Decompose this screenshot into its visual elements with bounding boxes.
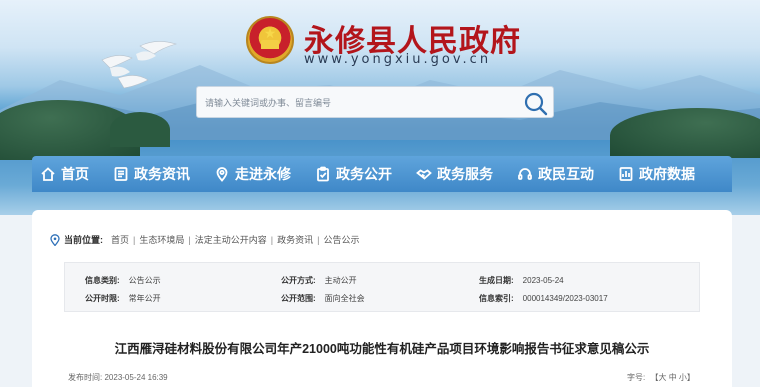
national-emblem-logo: ★: [246, 16, 294, 64]
publish-time: 发布时间: 2023-05-24 16:39: [68, 373, 168, 382]
nav-item-label: 政民互动: [538, 166, 594, 182]
font-size-label: 字号:: [627, 373, 646, 382]
location-icon: [216, 167, 228, 182]
search-input[interactable]: [205, 94, 505, 112]
info-public-method: 公开方式: 主动公开: [281, 276, 357, 285]
info-category: 信息类别: 公告公示: [85, 276, 161, 285]
header-banner: ★ 永修县人民政府 www.yongxiu.gov.cn 首页 政务资讯 走进永…: [0, 0, 760, 215]
nav-item-data[interactable]: 政府数据: [618, 156, 695, 192]
nav-item-label: 政务资讯: [134, 166, 190, 182]
nav-item-interaction[interactable]: 政民互动: [517, 156, 594, 192]
search-box: [196, 86, 554, 118]
handshake-icon: [416, 169, 432, 180]
article-title: 江西雁浔硅材料股份有限公司年产21000吨功能性有机硅产品项目环境影响报告书征求…: [114, 342, 650, 356]
nav-item-services[interactable]: 政务服务: [416, 156, 493, 192]
nav-item-label: 首页: [61, 166, 89, 182]
info-panel: 信息类别: 公告公示 公开方式: 主动公开 生成日期: 2023-05-24 公开时限…: [64, 262, 700, 312]
nav-item-label: 政务服务: [437, 166, 493, 182]
home-icon: [41, 167, 55, 181]
breadcrumb-link-eco-bureau[interactable]: 生态环境局: [139, 233, 184, 246]
breadcrumb-link-home[interactable]: 首页: [111, 233, 129, 246]
breadcrumb-link-statutory[interactable]: 法定主动公开内容: [195, 233, 267, 246]
nav-item-label: 政务公开: [336, 166, 392, 182]
nav-item-disclosure[interactable]: 政务公开: [315, 156, 392, 192]
site-url: www.yongxiu.gov.cn: [304, 52, 492, 67]
nav-item-label: 政府数据: [639, 166, 695, 182]
nav-item-news[interactable]: 政务资讯: [113, 156, 190, 192]
nav-item-label: 走进永修: [235, 166, 291, 182]
search-icon[interactable]: [521, 90, 549, 116]
clipboard-icon: [317, 166, 329, 182]
font-size-control: 字号: 【大 中 小】: [624, 372, 695, 383]
breadcrumb-link-notice[interactable]: 公告公示: [323, 233, 359, 246]
font-size-options[interactable]: 【大 中 小】: [650, 373, 694, 382]
data-icon: [619, 167, 633, 181]
info-public-period: 公开时限: 常年公开: [85, 294, 161, 303]
breadcrumb: 当前位置: 首页 | 生态环境局 | 法定主动公开内容 | 政务资讯 | 公告公…: [50, 233, 359, 246]
crane-birds-illustration: [101, 41, 178, 89]
main-nav: 首页 政务资讯 走进永修 政务公开 政务服务 政民互动 政府数据: [32, 156, 732, 192]
info-index: 信息索引: 000014349/2023-03017: [479, 294, 608, 303]
nav-item-about[interactable]: 走进永修: [214, 156, 291, 192]
info-generated-date: 生成日期: 2023-05-24: [479, 276, 564, 285]
breadcrumb-label: 当前位置:: [64, 235, 103, 245]
news-icon: [114, 167, 128, 181]
content-card: 当前位置: 首页 | 生态环境局 | 法定主动公开内容 | 政务资讯 | 公告公…: [32, 210, 732, 387]
nav-item-home[interactable]: 首页: [40, 156, 89, 192]
headset-icon: [518, 168, 532, 180]
info-public-scope: 公开范围: 面向全社会: [281, 294, 365, 303]
breadcrumb-link-news[interactable]: 政务资讯: [277, 233, 313, 246]
location-pin-icon: [50, 233, 60, 246]
